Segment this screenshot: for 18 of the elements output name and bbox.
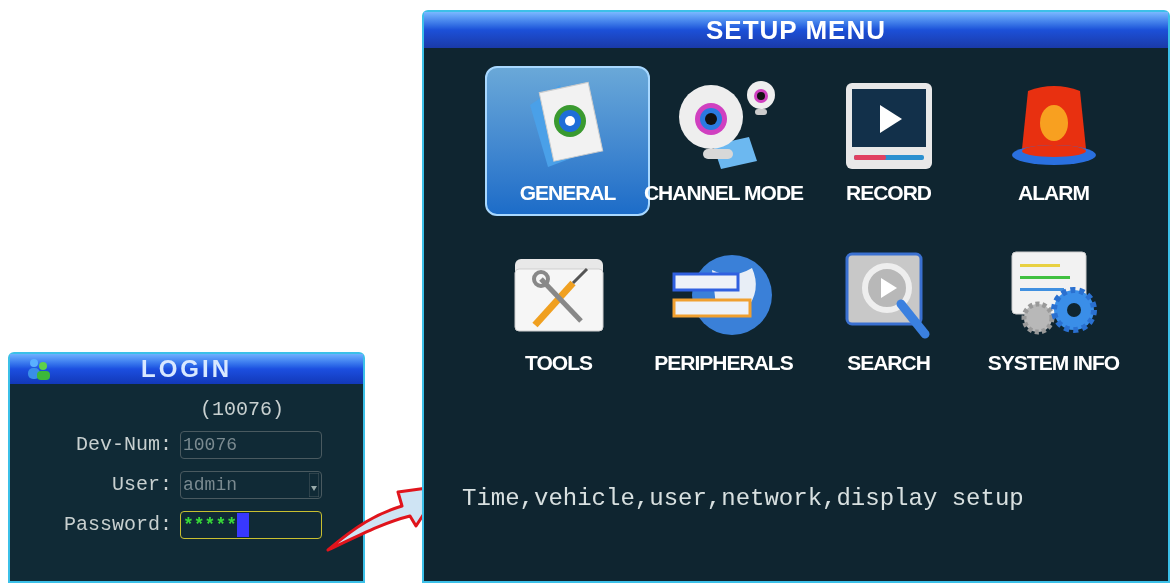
user-dropdown[interactable]: admin [180,471,322,499]
menu-item[interactable]: ALARM [971,66,1136,216]
field-label: Dev-Num: [75,432,173,458]
menu-item[interactable]: SEARCH [806,236,971,386]
menu-item[interactable]: PERIPHERALS [641,236,806,386]
dropdown-arrow-icon[interactable] [309,473,319,497]
window-title: SETUP MENU [706,13,886,47]
field-label: User: [111,472,173,498]
menu-item[interactable]: TOOLS [476,236,641,386]
device-id: (10076) [199,397,285,423]
menu-item[interactable]: RECORD [806,66,971,216]
users-icon [26,358,52,380]
field-label: Password: [62,512,173,538]
input-field[interactable]: 10076 [180,431,322,459]
menu-item[interactable]: SYSTEM INFO [971,236,1136,386]
password-field[interactable]: ***** [180,511,322,539]
menu-description: Time,vehicle,user,network,display setup [462,484,1025,514]
window-title: LOGIN [141,354,232,384]
